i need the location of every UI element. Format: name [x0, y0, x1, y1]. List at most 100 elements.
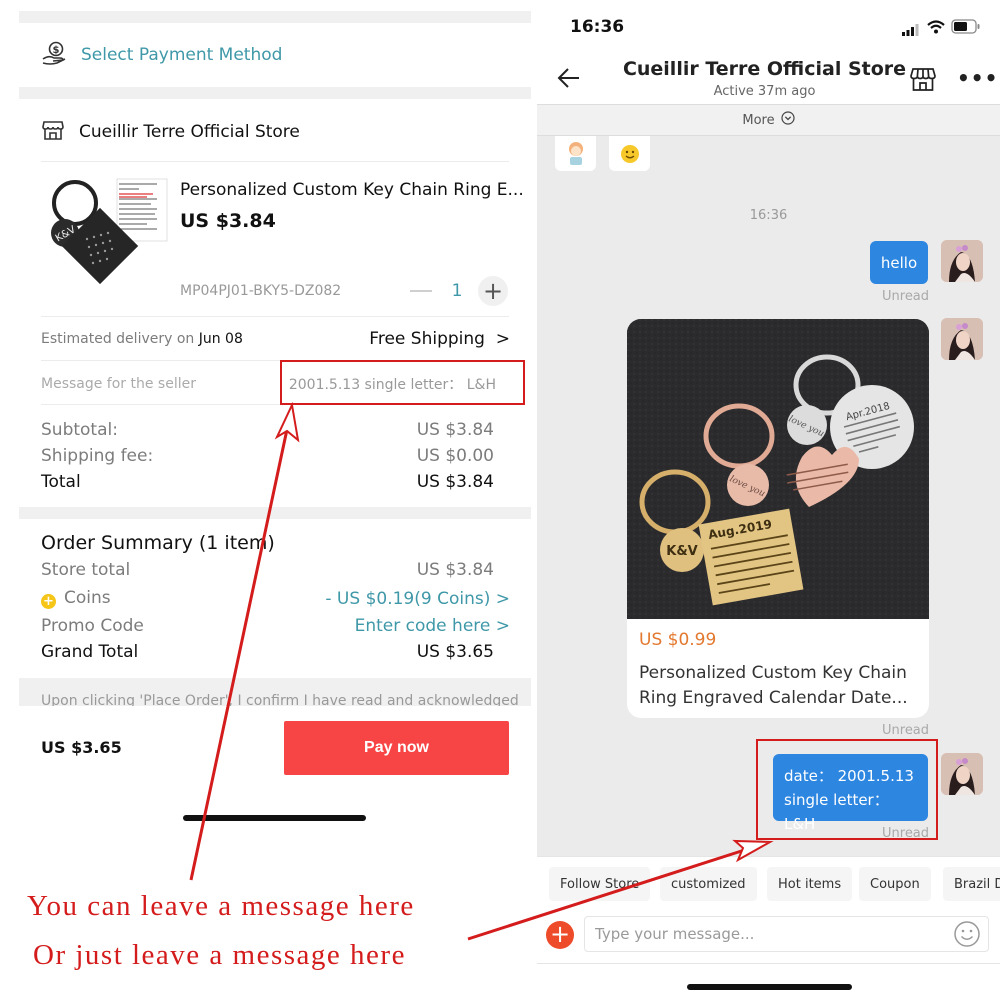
product-photo[interactable]: love you Apr.2018 love you K&V Aug.2019	[627, 319, 929, 619]
signal-icon	[902, 21, 920, 40]
product-card-price: US $0.99	[639, 630, 717, 650]
grand-total-value: US $3.65	[416, 642, 494, 662]
product-price: US $3.84	[180, 210, 276, 232]
section-divider	[19, 11, 531, 23]
seller-message-input[interactable]: 2001.5.13 single letter： L&H	[289, 374, 496, 394]
more-label: More	[742, 112, 775, 128]
seller-message-row: Message for the seller 2001.5.13 single …	[41, 374, 510, 394]
message-status: Unread	[882, 723, 930, 738]
message-composer: +	[537, 914, 1000, 964]
store-icon	[41, 118, 65, 146]
message-line-date: date： 2001.5.13	[784, 767, 914, 785]
disclaimer-text: Upon clicking 'Place Order', I confirm I…	[41, 693, 519, 706]
product-card-message[interactable]: love you Apr.2018 love you K&V Aug.2019	[627, 319, 929, 718]
divider	[41, 316, 509, 317]
emoji-smiley-icon[interactable]	[953, 920, 981, 948]
annotation-caption-2: Or just leave a message here	[33, 939, 406, 971]
payment-hand-coin-icon: $	[41, 40, 67, 70]
chevron-down-circle-icon	[781, 111, 795, 129]
product-card-title[interactable]: Personalized Custom Key Chain Ring Engra…	[639, 661, 921, 711]
quick-reply-hot-items[interactable]: Hot items	[767, 867, 853, 901]
store-total-row: Store total US $3.84	[41, 560, 510, 580]
delivery-estimate: Estimated delivery on Jun 08	[41, 331, 243, 347]
bottom-grand-total: US $3.65	[41, 738, 122, 757]
storefront-icon[interactable]	[909, 65, 937, 93]
product-thumbnail[interactable]: K&V	[47, 175, 169, 295]
coins-row[interactable]: + Coins - US $0.19(9 Coins) >	[41, 588, 510, 609]
divider	[41, 360, 509, 361]
more-options-icon[interactable]: •••	[957, 66, 998, 90]
add-attachment-button[interactable]: +	[546, 921, 574, 949]
enter-promo-code-link[interactable]: Enter code here >	[355, 616, 510, 636]
divider	[41, 161, 509, 162]
shipping-option[interactable]: Free Shipping >	[369, 329, 510, 349]
chat-screen: 16:36 Cueillir Terre Official Store Acti…	[537, 0, 1000, 1000]
shipping-fee-label: Shipping fee:	[41, 446, 154, 466]
total-row: Total US $3.84	[41, 472, 510, 492]
seller-message-label: Message for the seller	[41, 376, 196, 392]
sticker-girl-icon[interactable]	[555, 136, 596, 171]
gold-tag-text: K&V	[666, 544, 697, 559]
coins-discount-link[interactable]: - US $0.19(9 Coins) >	[325, 589, 510, 609]
grand-total-row: Grand Total US $3.65	[41, 642, 510, 662]
decrease-quantity-button[interactable]	[410, 290, 432, 292]
quick-reply-coupon[interactable]: Coupon	[859, 867, 931, 901]
shipping-fee-value: US $0.00	[416, 446, 494, 466]
chevron-right-icon: >	[495, 329, 510, 349]
sticker-smiley-icon[interactable]	[609, 136, 650, 171]
store-total-value: US $3.84	[416, 560, 494, 580]
subtotal-row: Subtotal: US $3.84	[41, 420, 510, 440]
delivery-row[interactable]: Estimated delivery on Jun 08 Free Shippi…	[41, 329, 510, 349]
total-value: US $3.84	[416, 472, 494, 492]
promo-code-row[interactable]: Promo Code Enter code here >	[41, 616, 510, 636]
quick-reply-follow-store[interactable]: Follow Store	[549, 867, 651, 901]
user-avatar[interactable]	[941, 753, 983, 795]
message-input[interactable]	[584, 916, 989, 952]
quantity-stepper: 1 +	[410, 276, 508, 306]
more-toggle[interactable]: More	[537, 104, 1000, 136]
wifi-icon	[927, 19, 945, 38]
user-avatar[interactable]	[941, 318, 983, 360]
promo-code-label: Promo Code	[41, 616, 144, 636]
store-header[interactable]: Cueillir Terre Official Store	[41, 118, 300, 146]
pay-now-button[interactable]: Pay now	[284, 721, 509, 775]
delivery-date: Jun 08	[198, 331, 243, 347]
annotation-caption-1: You can leave a message here	[27, 890, 415, 922]
quick-reply-customized[interactable]: customized	[660, 867, 757, 901]
shipping-fee-row: Shipping fee: US $0.00	[41, 446, 510, 466]
store-name[interactable]: Cueillir Terre Official Store	[79, 122, 300, 142]
quantity-value: 1	[451, 281, 463, 301]
message-bubble-personalization[interactable]: date： 2001.5.13 single letter： L&H	[773, 754, 928, 833]
total-label: Total	[41, 472, 81, 492]
subtotal-value: US $3.84	[416, 420, 494, 440]
message-bubble-hello[interactable]: hello	[870, 241, 928, 284]
shipping-label: Free Shipping	[369, 329, 485, 349]
product-sku: MP04PJ01-BKY5-DZ082	[180, 283, 342, 299]
increase-quantity-button[interactable]: +	[478, 276, 508, 306]
home-indicator	[183, 815, 366, 821]
status-bar: 16:36	[537, 0, 1000, 52]
svg-text:$: $	[53, 45, 60, 56]
battery-icon	[951, 19, 981, 38]
quick-reply-bar: Follow Store customized Hot items Coupon…	[537, 856, 1000, 914]
order-summary-title: Order Summary (1 item)	[41, 532, 275, 554]
select-payment-method-link[interactable]: Select Payment Method	[81, 45, 282, 65]
product-title[interactable]: Personalized Custom Key Chain Ring E...	[180, 180, 524, 200]
user-avatar[interactable]	[941, 240, 983, 282]
checkout-screen: $ Select Payment Method Cueillir Terre O…	[0, 0, 540, 1000]
home-indicator	[687, 984, 852, 990]
quick-reply-brazil[interactable]: Brazil D	[943, 867, 1000, 901]
coins-label-wrap: + Coins	[41, 588, 111, 609]
divider	[41, 404, 509, 405]
chat-time-separator: 16:36	[749, 208, 788, 223]
store-total-label: Store total	[41, 560, 131, 580]
coin-icon: +	[41, 594, 56, 609]
select-payment-method-row[interactable]: $ Select Payment Method	[41, 40, 282, 70]
message-status: Unread	[882, 289, 930, 304]
chat-header: Cueillir Terre Official Store Active 37m…	[537, 52, 1000, 104]
delivery-label: Estimated delivery on	[41, 331, 199, 347]
order-disclaimer: Upon clicking 'Place Order', I confirm I…	[19, 678, 531, 706]
grand-total-label: Grand Total	[41, 642, 139, 662]
bottom-safe-area	[537, 964, 1000, 1000]
status-time: 16:36	[570, 17, 625, 37]
